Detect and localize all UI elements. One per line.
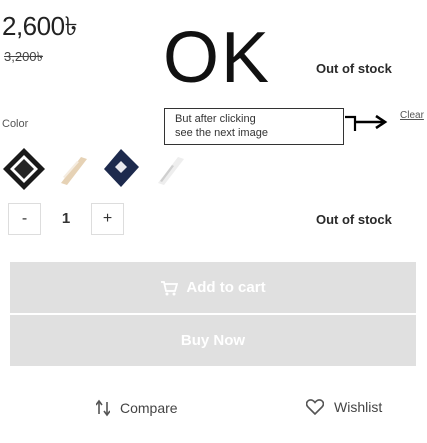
add-to-cart-button[interactable]: Add to cart: [10, 262, 416, 313]
compare-label: Compare: [120, 400, 178, 416]
annotation-note: But after clicking see the next image: [164, 108, 344, 145]
buy-now-button[interactable]: Buy Now: [10, 315, 416, 366]
quantity-decrease-button[interactable]: -: [8, 203, 41, 235]
arrow-icon: [345, 114, 388, 131]
quantity-increase-button[interactable]: +: [91, 203, 124, 235]
compare-icon: [96, 399, 110, 417]
compare-button[interactable]: Compare: [96, 399, 178, 417]
swatch-navy[interactable]: [101, 147, 143, 191]
buy-now-label: Buy Now: [180, 332, 246, 349]
stock-status-top: Out of stock: [316, 61, 392, 76]
stock-status-middle: Out of stock: [316, 212, 392, 227]
current-price: 2,600৳: [2, 11, 78, 41]
clear-link[interactable]: Clear: [400, 110, 424, 121]
color-swatches: [2, 147, 193, 191]
heart-icon: [306, 399, 324, 415]
swatch-beige[interactable]: [53, 147, 93, 191]
quantity-value[interactable]: 1: [41, 203, 91, 235]
wishlist-label: Wishlist: [334, 399, 383, 415]
swatch-light[interactable]: [150, 147, 190, 191]
color-label: Color: [2, 118, 29, 130]
swatch-black-white[interactable]: [2, 147, 46, 191]
cart-icon: [161, 280, 179, 295]
add-to-cart-label: Add to cart: [186, 279, 266, 296]
annotation-line-2: see the next image: [175, 127, 268, 139]
old-price: 3,200৳: [4, 49, 44, 64]
annotation-line-1: But after clicking: [175, 113, 256, 125]
ok-annotation: OK: [163, 18, 272, 98]
wishlist-button[interactable]: Wishlist: [306, 399, 382, 415]
